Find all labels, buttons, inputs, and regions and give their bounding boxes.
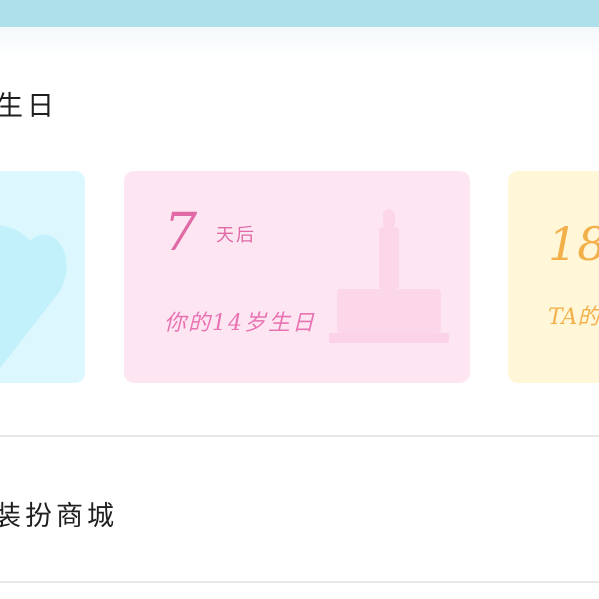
birthday-card-own[interactable]: 7 天后 你的14岁生日 [124, 171, 470, 383]
app-screen: 生日 7 天后 你的14岁生日 18 TA的 装扮商城 [0, 0, 599, 599]
days-until-suffix: 天后 [216, 225, 256, 246]
section-divider [0, 581, 599, 583]
birthday-card-ta[interactable]: 18 TA的 [508, 171, 599, 383]
top-bar [0, 0, 599, 27]
heart-icon [0, 225, 67, 369]
cake-icon [329, 209, 449, 343]
shop-section-title[interactable]: 装扮商城 [0, 494, 118, 533]
section-divider [0, 435, 599, 437]
birthday-description: 你的14岁生日 [164, 311, 316, 336]
days-until-number: 7 [164, 203, 198, 263]
header-fade [0, 27, 599, 57]
birthday-card-blue[interactable] [0, 171, 85, 383]
ta-days-number: 18 [548, 217, 599, 271]
birthday-section-title: 生日 [0, 91, 58, 122]
ta-birthday-description: TA的 [548, 305, 599, 330]
